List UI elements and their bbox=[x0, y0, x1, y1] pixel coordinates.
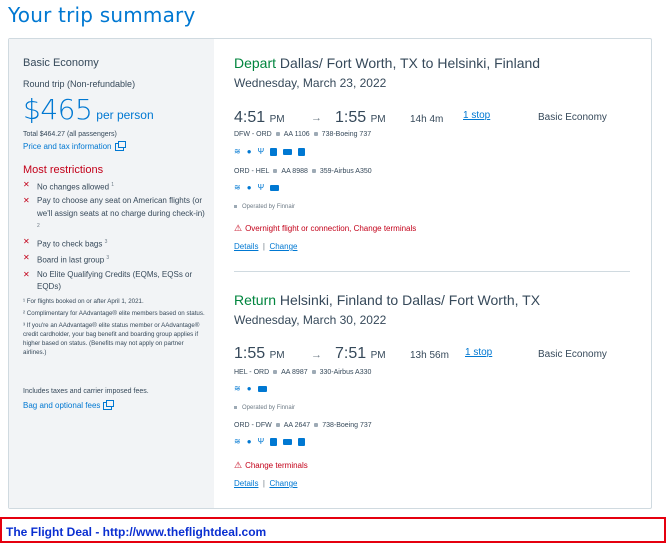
x-icon: ✕ bbox=[23, 253, 30, 263]
usb-icon: Ψ bbox=[257, 147, 265, 156]
return-operated-by: Operated by Finnair bbox=[234, 405, 295, 411]
wifi-icon: ≋ bbox=[234, 147, 241, 156]
fare-sidebar: Basic Economy Round trip (Non-refundable… bbox=[9, 39, 214, 508]
list-item: ✕ Pay to check bags 3 bbox=[23, 237, 108, 249]
bag-fees-link-label[interactable]: Bag and optional fees bbox=[23, 401, 100, 410]
trip-type: Round trip (Non-refundable) bbox=[23, 79, 136, 89]
price: $465 bbox=[23, 93, 93, 126]
entertainment-icon bbox=[257, 385, 267, 392]
entertainment-icon bbox=[283, 438, 293, 445]
footnote: ¹ For flights booked on or after April 1… bbox=[23, 298, 144, 305]
restrictions-list: ✕ No changes allowed 1 ✕ Pay to choose any… bbox=[23, 179, 208, 295]
depart-duration: 14h 4m bbox=[410, 114, 444, 125]
x-icon: ✕ bbox=[23, 237, 30, 247]
bag-fees-link[interactable]: Bag and optional fees bbox=[23, 399, 115, 410]
arrow-right-icon: → bbox=[311, 349, 322, 361]
wifi-icon: ≋ bbox=[234, 384, 241, 393]
page-title: Your trip summary bbox=[8, 3, 196, 27]
return-arr-time: 7:51 PM bbox=[335, 345, 386, 362]
watermark-banner: The Flight Deal - http://www.theflightde… bbox=[0, 517, 666, 543]
fare-class: Basic Economy bbox=[23, 57, 99, 69]
return-stops-link[interactable]: 1 stop bbox=[465, 347, 492, 358]
return-segment-1: HEL - ORD AA 8987 330-Airbus A330 bbox=[234, 369, 372, 376]
depart-operated-by: Operated by Finnair bbox=[234, 204, 295, 210]
total-price: Total $464.27 (all passengers) bbox=[23, 131, 117, 138]
depart-segment-1: DFW - ORD AA 1106 738-Boeing 737 bbox=[234, 131, 372, 138]
entertainment-icon bbox=[283, 148, 293, 155]
x-icon: ✕ bbox=[23, 196, 30, 206]
includes-note: Includes taxes and carrier imposed fees. bbox=[23, 388, 149, 395]
return-dep-time: 1:55 PM bbox=[234, 345, 285, 362]
depart-cabin: Basic Economy bbox=[538, 112, 607, 123]
price-tax-link[interactable]: Price and tax information bbox=[23, 140, 126, 151]
return-cabin: Basic Economy bbox=[538, 349, 607, 360]
footnote: ² Complimentary for AAdvantage® elite me… bbox=[23, 310, 205, 317]
x-icon: ✕ bbox=[23, 180, 30, 189]
arrow-right-icon: → bbox=[311, 112, 322, 124]
depart-actions: Details | Change bbox=[234, 242, 298, 251]
footnotes: ¹ For flights booked on or after April 1… bbox=[23, 297, 206, 360]
wifi-icon: ≋ bbox=[234, 183, 241, 192]
return-segment-1-amenities: ≋ ● bbox=[234, 384, 267, 393]
depart-stops-link[interactable]: 1 stop bbox=[463, 110, 490, 121]
power-icon: ● bbox=[246, 183, 252, 192]
depart-segment-2-amenities: ≋ ● Ψ bbox=[234, 183, 280, 192]
usb-icon: Ψ bbox=[257, 437, 265, 446]
wifi-icon: ≋ bbox=[234, 437, 241, 446]
trip-summary-card: Basic Economy Round trip (Non-refundable… bbox=[8, 38, 652, 509]
phone-icon bbox=[270, 147, 278, 156]
list-item: ✕ No changes allowed 1 bbox=[23, 180, 115, 192]
depart-change-link[interactable]: Change bbox=[269, 242, 297, 251]
power-icon: ● bbox=[246, 147, 252, 156]
return-segment-2-amenities: ≋ ● Ψ bbox=[234, 437, 306, 446]
depart-segment-2: ORD - HEL AA 8988 359-Airbus A350 bbox=[234, 168, 372, 175]
price-tax-link-label[interactable]: Price and tax information bbox=[23, 142, 112, 151]
warning-icon: ⚠ bbox=[234, 223, 243, 233]
depart-warning: ⚠ Overnight flight or connection, Change … bbox=[234, 223, 417, 233]
return-date: Wednesday, March 30, 2022 bbox=[234, 313, 387, 327]
seat-icon bbox=[298, 147, 306, 156]
depart-title: Depart Dallas/ Fort Worth, TX to Helsink… bbox=[234, 55, 541, 71]
return-segment-2: ORD - DFW AA 2647 738-Boeing 737 bbox=[234, 422, 372, 429]
footnote: ³ If you're an AAdvantage® elite status … bbox=[23, 322, 200, 356]
list-item: ✕ No Elite Qualifying Credits (EQMs, EQSs… bbox=[23, 269, 193, 292]
return-details-link[interactable]: Details bbox=[234, 479, 258, 488]
power-icon: ● bbox=[246, 384, 252, 393]
phone-icon bbox=[270, 437, 278, 446]
external-link-icon bbox=[103, 399, 115, 410]
return-change-link[interactable]: Change bbox=[269, 479, 297, 488]
list-item: ✕ Board in last group 3 bbox=[23, 253, 110, 266]
return-duration: 13h 56m bbox=[410, 350, 449, 361]
entertainment-icon bbox=[270, 184, 280, 191]
x-icon: ✕ bbox=[23, 269, 30, 279]
depart-details-link[interactable]: Details bbox=[234, 242, 258, 251]
leg-divider bbox=[234, 271, 630, 272]
list-item: ✕ Pay to choose any seat on American flig… bbox=[23, 196, 205, 230]
per-person-label: per person bbox=[96, 108, 154, 122]
return-warning: ⚠ Change terminals bbox=[234, 460, 308, 470]
external-link-icon bbox=[114, 140, 126, 151]
usb-icon: Ψ bbox=[257, 183, 265, 192]
power-icon: ● bbox=[246, 437, 252, 446]
restrictions-title: Most restrictions bbox=[23, 164, 104, 176]
seat-icon bbox=[298, 437, 306, 446]
return-actions: Details | Change bbox=[234, 479, 298, 488]
banner-text: The Flight Deal - http://www.theflightde… bbox=[6, 525, 267, 539]
depart-date: Wednesday, March 23, 2022 bbox=[234, 76, 387, 90]
depart-segment-1-amenities: ≋ ● Ψ bbox=[234, 147, 306, 156]
price-row: $465 per person bbox=[23, 93, 154, 126]
warning-icon: ⚠ bbox=[234, 460, 243, 470]
depart-dep-time: 4:51 PM bbox=[234, 109, 285, 126]
return-title: Return Helsinki, Finland to Dallas/ Fort… bbox=[234, 292, 541, 308]
depart-arr-time: 1:55 PM bbox=[335, 109, 386, 126]
